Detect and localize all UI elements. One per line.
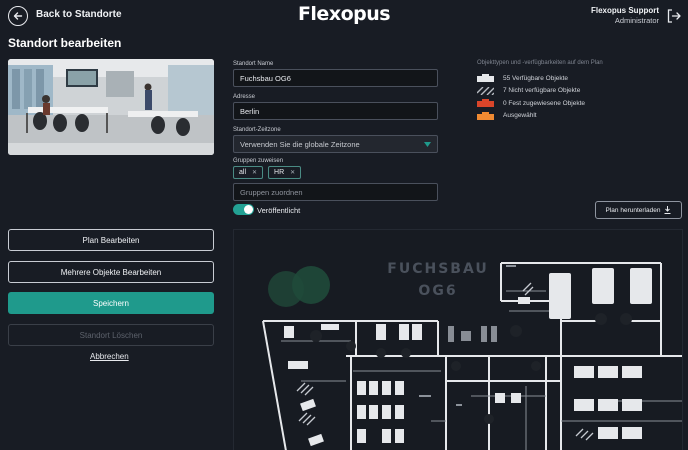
name-label: Standort Name (233, 61, 274, 67)
legend-label: 0 Fest zugewiesene Objekte (503, 99, 586, 107)
toggle-knob (244, 205, 253, 214)
group-chip-label: HR (274, 169, 285, 176)
app-logo: Flexopus (297, 3, 391, 25)
groups-placeholder: Gruppen zuordnen (240, 187, 303, 197)
download-icon (664, 206, 671, 214)
group-chip-label: all (239, 169, 247, 176)
page-title: Standort bearbeiten (8, 36, 122, 50)
group-chip-all[interactable]: all ✕ (233, 166, 264, 179)
location-name-value: Fuchsbau OG6 (240, 73, 291, 83)
address-label: Adresse (233, 94, 256, 100)
available-desk-icon (477, 74, 494, 83)
legend-item-fixed: 0 Fest zugewiesene Objekte (477, 97, 677, 110)
floor-plan-title: FUCHSBAU OG6 (387, 261, 489, 299)
location-form: Standort Name Fuchsbau OG6 Adresse Berli… (233, 59, 439, 201)
published-toggle[interactable] (233, 204, 254, 215)
object-legend: Objekttypen und -verfügbarkeiten auf dem… (477, 60, 677, 122)
unavailable-desk-icon (477, 86, 494, 95)
user-role: Administrator (614, 16, 659, 25)
legend-label: 55 Verfügbare Objekte (503, 74, 569, 82)
save-button[interactable]: Speichern (8, 292, 214, 314)
legend-label: 7 Nicht verfügbare Objekte (503, 87, 581, 95)
chevron-down-icon (424, 141, 431, 147)
legend-item-unavailable: 7 Nicht verfügbare Objekte (477, 85, 677, 98)
logout-icon[interactable] (666, 8, 682, 24)
timezone-select[interactable]: Verwenden Sie die globale Zeitzone (233, 135, 438, 153)
download-plan-label: Plan herunterladen (605, 206, 661, 214)
legend-label: Ausgewählt (503, 112, 537, 120)
delete-location-button[interactable]: Standort Löschen (8, 324, 214, 346)
user-name: Flexopus Support (591, 6, 659, 15)
address-value: Berlin (240, 106, 260, 116)
legend-item-available: 55 Verfügbare Objekte (477, 72, 677, 85)
cancel-link[interactable]: Abbrechen (90, 352, 129, 361)
group-chips: all ✕ HR ✕ (233, 166, 439, 179)
user-info: Flexopus Support Administrator (591, 6, 659, 25)
published-label: Veröffentlicht (257, 206, 301, 215)
timezone-value: Verwenden Sie die globale Zeitzone (240, 139, 360, 149)
fixed-desk-icon (477, 99, 494, 108)
close-icon[interactable]: ✕ (252, 169, 257, 176)
location-image (8, 59, 214, 155)
timezone-label: Standort-Zeitzone (233, 127, 281, 133)
download-plan-button[interactable]: Plan herunterladen (595, 201, 682, 219)
legend-title: Objekttypen und -verfügbarkeiten auf dem… (477, 60, 603, 66)
close-icon[interactable]: ✕ (290, 169, 295, 176)
legend-item-selected: Ausgewählt (477, 110, 677, 123)
edit-plan-button[interactable]: Plan Bearbeiten (8, 229, 214, 251)
groups-assign-input[interactable]: Gruppen zuordnen (233, 183, 438, 201)
selected-desk-icon (477, 111, 494, 120)
address-input[interactable]: Berlin (233, 102, 438, 120)
groups-label: Gruppen zuweisen (233, 158, 284, 164)
top-bar: Back to Standorte Flexopus Flexopus Supp… (0, 0, 688, 32)
location-name-input[interactable]: Fuchsbau OG6 (233, 69, 438, 87)
edit-multiple-objects-button[interactable]: Mehrere Objekte Bearbeiten (8, 261, 214, 283)
group-chip-hr[interactable]: HR ✕ (268, 166, 302, 179)
